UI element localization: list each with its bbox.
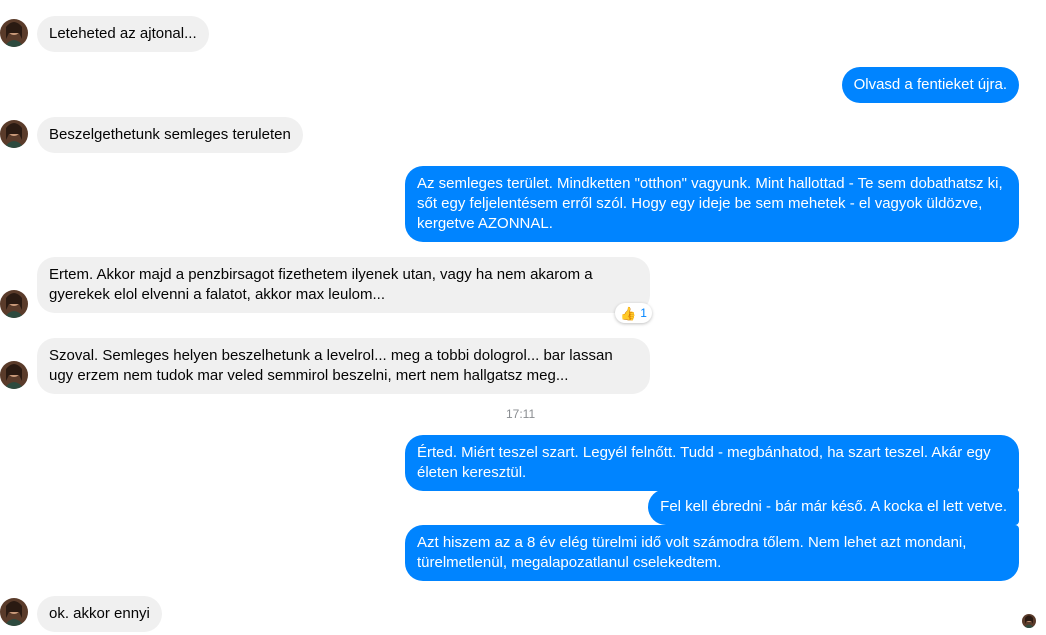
contact-avatar-icon[interactable] bbox=[0, 598, 28, 626]
message-bubble[interactable]: Beszelgethetunk semleges teruleten bbox=[37, 117, 303, 153]
contact-avatar-icon[interactable] bbox=[0, 290, 28, 318]
contact-avatar-icon[interactable] bbox=[0, 361, 28, 389]
message-bubble[interactable]: Azt hiszem az a 8 év elég türelmi idő vo… bbox=[405, 525, 1019, 581]
message-bubble[interactable]: Az semleges terület. Mindketten "otthon"… bbox=[405, 166, 1019, 242]
seen-receipt-avatar-icon bbox=[1022, 614, 1036, 628]
message-bubble[interactable]: ok. akkor ennyi bbox=[37, 596, 162, 632]
thumbs-up-icon: 👍 bbox=[620, 305, 637, 321]
reaction-badge[interactable]: 👍 1 bbox=[615, 303, 652, 323]
message-timestamp: 17:11 bbox=[506, 407, 536, 421]
message-bubble[interactable]: Leteheted az ajtonal... bbox=[37, 16, 209, 52]
message-bubble[interactable]: Fel kell ébredni - bár már késő. A kocka… bbox=[648, 489, 1019, 525]
message-bubble[interactable]: Szoval. Semleges helyen beszelhetunk a l… bbox=[37, 338, 650, 394]
chat-thread: Leteheted az ajtonal... Olvasd a fentiek… bbox=[0, 0, 1046, 635]
contact-avatar-icon[interactable] bbox=[0, 120, 28, 148]
message-bubble[interactable]: Ertem. Akkor majd a penzbirsagot fizethe… bbox=[37, 257, 650, 313]
message-bubble[interactable]: Érted. Miért teszel szart. Legyél felnőt… bbox=[405, 435, 1019, 491]
message-bubble[interactable]: Olvasd a fentieket újra. bbox=[841, 67, 1019, 103]
contact-avatar-icon[interactable] bbox=[0, 19, 28, 47]
reaction-count: 1 bbox=[640, 306, 647, 320]
